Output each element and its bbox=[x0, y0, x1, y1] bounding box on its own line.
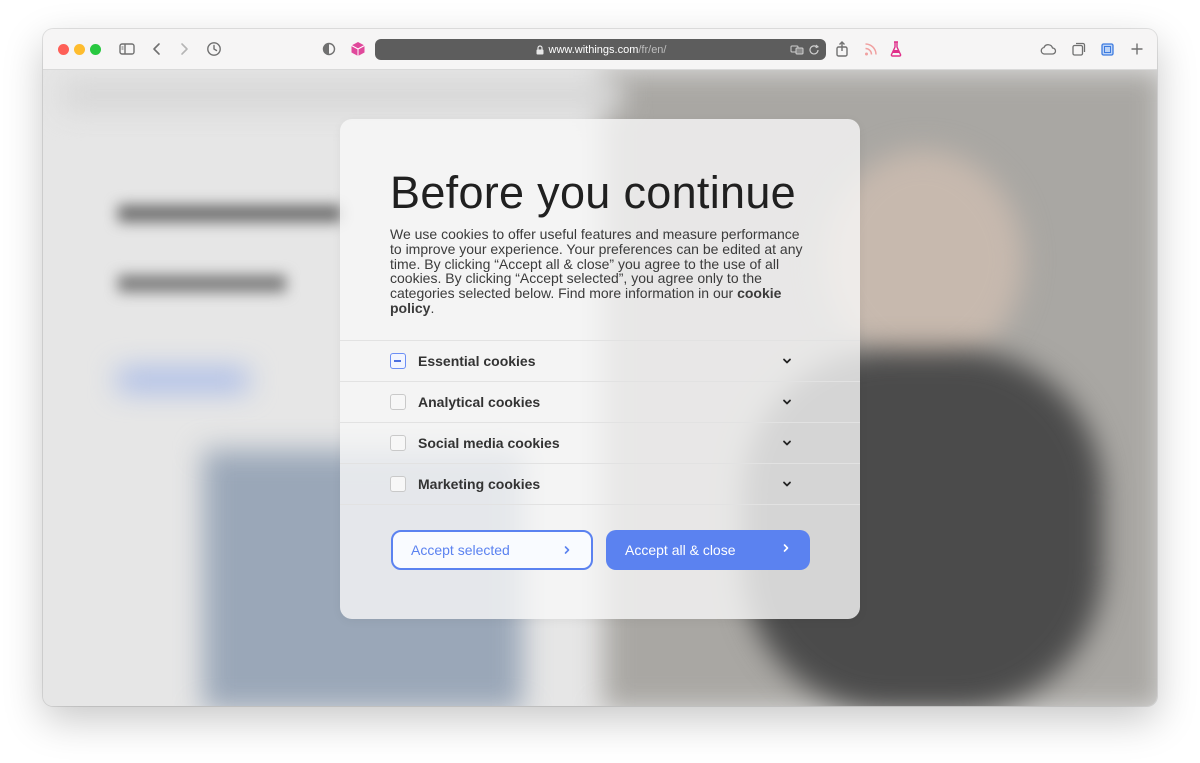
background-heading-line-2: ▬▬▬ bbox=[118, 241, 286, 304]
icloud-icon[interactable] bbox=[1038, 39, 1058, 59]
chevron-right-icon bbox=[561, 544, 573, 556]
dialog-title: Before you continue bbox=[390, 167, 796, 218]
lock-icon bbox=[536, 44, 543, 54]
tab-overview-icon[interactable] bbox=[1098, 39, 1118, 59]
social-media-cookies-checkbox[interactable] bbox=[390, 435, 406, 451]
marketing-cookies-checkbox[interactable] bbox=[390, 476, 406, 492]
sidebar-icon[interactable] bbox=[117, 39, 137, 59]
category-label: Analytical cookies bbox=[418, 394, 541, 410]
chevron-down-icon[interactable] bbox=[781, 437, 793, 449]
category-label: Marketing cookies bbox=[418, 476, 541, 492]
background-heading-line-1: ▬▬▬▬ bbox=[118, 171, 342, 234]
accept-selected-button[interactable]: Accept selected bbox=[391, 530, 593, 570]
background-nav bbox=[63, 80, 623, 110]
background-link bbox=[118, 370, 248, 390]
category-label: Social media cookies bbox=[418, 435, 560, 451]
cookie-category-list: Essential cookies Analytical cookies Soc… bbox=[340, 340, 860, 505]
tabs-icon[interactable] bbox=[1069, 39, 1089, 59]
back-icon[interactable] bbox=[147, 39, 167, 59]
accept-all-label: Accept all & close bbox=[625, 542, 736, 558]
category-row-essential[interactable]: Essential cookies bbox=[340, 341, 860, 382]
browser-toolbar: www.withings.com/fr/en/ bbox=[43, 29, 1157, 70]
close-window-button[interactable] bbox=[58, 44, 69, 55]
share-icon[interactable] bbox=[832, 39, 852, 59]
cookie-consent-dialog: Before you continue We use cookies to of… bbox=[340, 119, 860, 619]
chevron-right-icon bbox=[780, 542, 792, 554]
rss-icon[interactable] bbox=[861, 39, 881, 59]
minimize-window-button[interactable] bbox=[74, 44, 85, 55]
url-domain: www.withings.com bbox=[548, 43, 639, 56]
category-label: Essential cookies bbox=[418, 353, 536, 369]
shield-icon[interactable] bbox=[319, 39, 339, 59]
accept-selected-label: Accept selected bbox=[411, 542, 510, 558]
history-icon[interactable] bbox=[204, 39, 224, 59]
reload-icon[interactable] bbox=[807, 43, 821, 57]
flask-icon[interactable] bbox=[886, 39, 906, 59]
url-path: /fr/en/ bbox=[638, 43, 667, 56]
accept-all-close-button[interactable]: Accept all & close bbox=[606, 530, 810, 570]
zoom-window-button[interactable] bbox=[90, 44, 101, 55]
chevron-down-icon[interactable] bbox=[781, 396, 793, 408]
browser-window: www.withings.com/fr/en/ ▬▬▬▬ ▬▬▬ Before … bbox=[43, 29, 1157, 706]
category-row-social-media[interactable]: Social media cookies bbox=[340, 423, 860, 464]
analytical-cookies-checkbox[interactable] bbox=[390, 394, 406, 410]
category-row-analytical[interactable]: Analytical cookies bbox=[340, 382, 860, 423]
dialog-description: We use cookies to offer useful features … bbox=[390, 227, 814, 316]
new-tab-icon[interactable] bbox=[1127, 39, 1147, 59]
blurred-webpage-background: ▬▬▬▬ ▬▬▬ Before you continue We use cook… bbox=[43, 70, 1157, 706]
box-extension-icon[interactable] bbox=[348, 39, 368, 59]
forward-icon[interactable] bbox=[174, 39, 194, 59]
essential-cookies-checkbox[interactable] bbox=[390, 353, 406, 369]
translate-icon[interactable] bbox=[790, 43, 804, 57]
chevron-down-icon[interactable] bbox=[781, 355, 793, 367]
address-bar[interactable]: www.withings.com/fr/en/ bbox=[375, 39, 826, 60]
description-end: . bbox=[430, 299, 435, 316]
chevron-down-icon[interactable] bbox=[781, 478, 793, 490]
category-row-marketing[interactable]: Marketing cookies bbox=[340, 464, 860, 505]
